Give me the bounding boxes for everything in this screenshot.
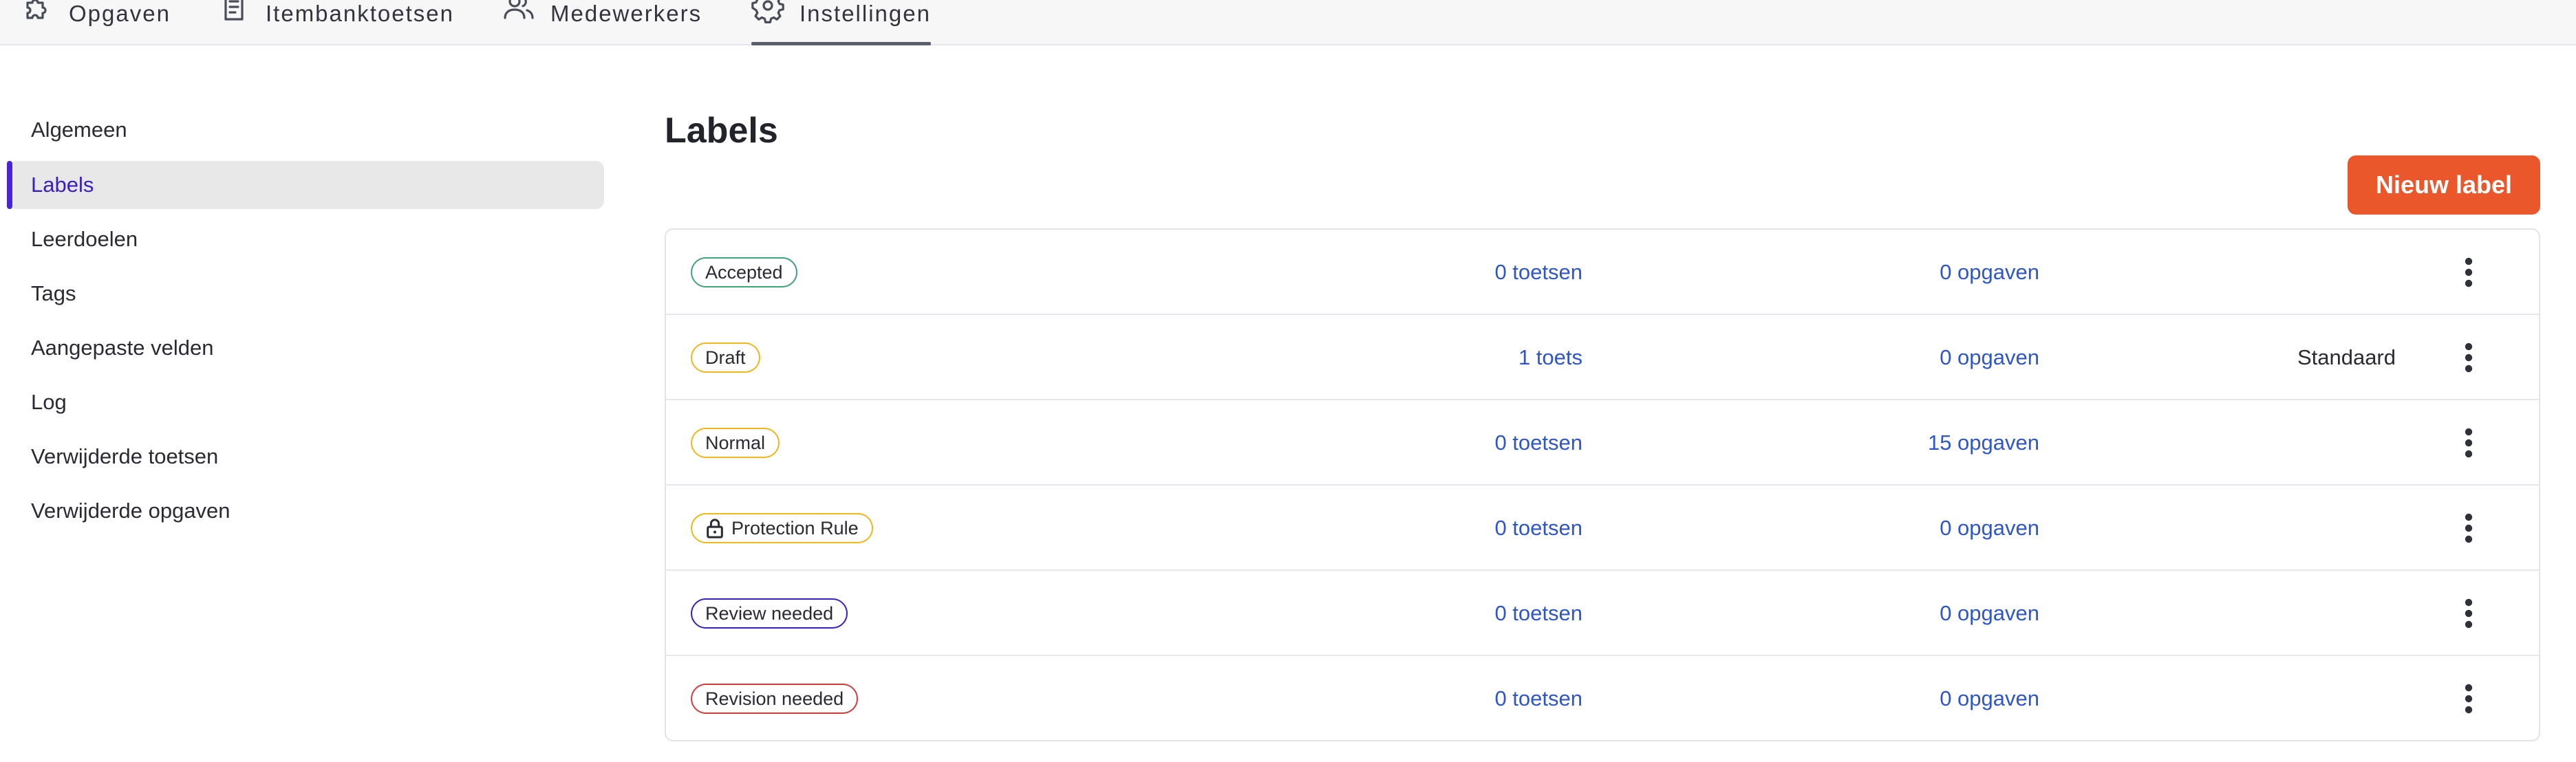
default-indicator [2262,656,2396,740]
table-row: Revision needed 0 toetsen 0 opgaven [666,656,2539,740]
label-badge-text: Protection Rule [731,517,859,538]
sidebar-item-label: Log [31,390,67,414]
default-indicator [2262,230,2396,315]
sidebar-item-labels[interactable]: Labels [7,161,604,209]
nav-item-label: Opgaven [69,1,171,26]
sidebar-item-label: Aangepaste velden [31,336,214,360]
items-count-link[interactable]: 15 opgaven [1698,400,2039,486]
more-vertical-icon [2465,342,2473,373]
row-actions-button[interactable] [2448,678,2489,719]
lock-icon [707,519,723,538]
tests-count-link[interactable]: 0 toetsen [1309,400,1582,486]
items-count-link[interactable]: 0 opgaven [1698,571,2039,656]
sidebar-item-label: Verwijderde toetsen [31,444,219,468]
items-count-link[interactable]: 0 opgaven [1698,315,2039,400]
items-count-link[interactable]: 0 opgaven [1698,486,2039,571]
row-actions-button[interactable] [2448,422,2489,464]
label-badge-text: Revision needed [705,688,844,709]
label-badge[interactable]: Protection Rule [691,513,873,543]
more-vertical-icon [2465,513,2473,543]
sidebar-item-tags[interactable]: Tags [8,270,604,318]
more-vertical-icon [2465,257,2473,287]
label-badge[interactable]: Draft [691,342,760,373]
row-actions-button[interactable] [2448,252,2489,293]
labels-table: Accepted 0 toetsen 0 opgaven Draft 1 toe… [665,228,2540,741]
puzzle-icon [26,0,47,19]
label-badge[interactable]: Review needed [691,598,848,629]
sidebar-item-label: Tags [31,281,76,305]
sidebar-item-verwijderde-opgaven[interactable]: Verwijderde opgaven [8,487,604,535]
default-indicator [2262,571,2396,656]
row-actions-button[interactable] [2448,508,2489,549]
label-badge-text: Normal [705,432,766,453]
nav-item-instellingen[interactable]: Instellingen [751,0,931,45]
table-row: Normal 0 toetsen 15 opgaven [666,400,2539,486]
sidebar-item-aangepaste-velden[interactable]: Aangepaste velden [8,324,604,372]
sidebar-item-label: Leerdoelen [31,227,138,251]
default-indicator [2262,400,2396,486]
sidebar-item-label: Algemeen [31,118,127,142]
nav-item-medewerkers[interactable]: Medewerkers [502,0,702,44]
items-count-link[interactable]: 0 opgaven [1698,656,2039,740]
label-badge[interactable]: Normal [691,428,780,458]
top-navigation: Opgaven Itembanktoetsen Medewerkers Inst… [0,0,2576,45]
table-row: Accepted 0 toetsen 0 opgaven [666,230,2539,315]
sidebar-item-label: Labels [31,173,94,197]
sidebar-item-leerdoelen[interactable]: Leerdoelen [8,215,604,263]
label-badge[interactable]: Revision needed [691,684,859,714]
more-vertical-icon [2465,684,2473,714]
tests-count-link[interactable]: 0 toetsen [1309,486,1582,571]
page-title: Labels [665,111,778,151]
sidebar-item-verwijderde-toetsen[interactable]: Verwijderde toetsen [8,433,604,481]
nav-item-opgaven[interactable]: Opgaven [21,0,171,44]
more-vertical-icon [2465,428,2473,458]
nav-item-label: Medewerkers [550,1,702,26]
sidebar-item-algemeen[interactable]: Algemeen [8,106,604,154]
more-vertical-icon [2465,598,2473,629]
table-row: Review needed 0 toetsen 0 opgaven [666,571,2539,656]
document-icon [224,0,244,21]
row-actions-button[interactable] [2448,337,2489,378]
default-indicator: Standaard [2297,345,2396,369]
sidebar-item-label: Verwijderde opgaven [31,499,230,523]
label-badge-text: Accepted [705,261,783,283]
gear-icon [751,0,784,23]
tests-count-link[interactable]: 0 toetsen [1309,230,1582,315]
row-actions-button[interactable] [2448,593,2489,634]
sidebar-item-log[interactable]: Log [8,378,604,426]
nav-item-label: Instellingen [799,1,931,26]
table-row: Protection Rule 0 toetsen 0 opgaven [666,486,2539,571]
label-badge-text: Draft [705,347,746,368]
table-row: Draft 1 toets 0 opgaven Standaard [666,315,2539,400]
items-count-link[interactable]: 0 opgaven [1698,230,2039,315]
label-badge[interactable]: Accepted [691,257,797,287]
nav-item-label: Itembanktoetsen [266,1,454,26]
tests-count-link[interactable]: 1 toets [1309,315,1582,400]
users-icon [504,0,534,19]
default-indicator [2262,486,2396,571]
tests-count-link[interactable]: 0 toetsen [1309,656,1582,740]
nav-item-itembanktoetsen[interactable]: Itembanktoetsen [217,0,454,44]
label-badge-text: Review needed [705,602,834,624]
new-label-button[interactable]: Nieuw label [2348,155,2540,215]
tests-count-link[interactable]: 0 toetsen [1309,571,1582,656]
